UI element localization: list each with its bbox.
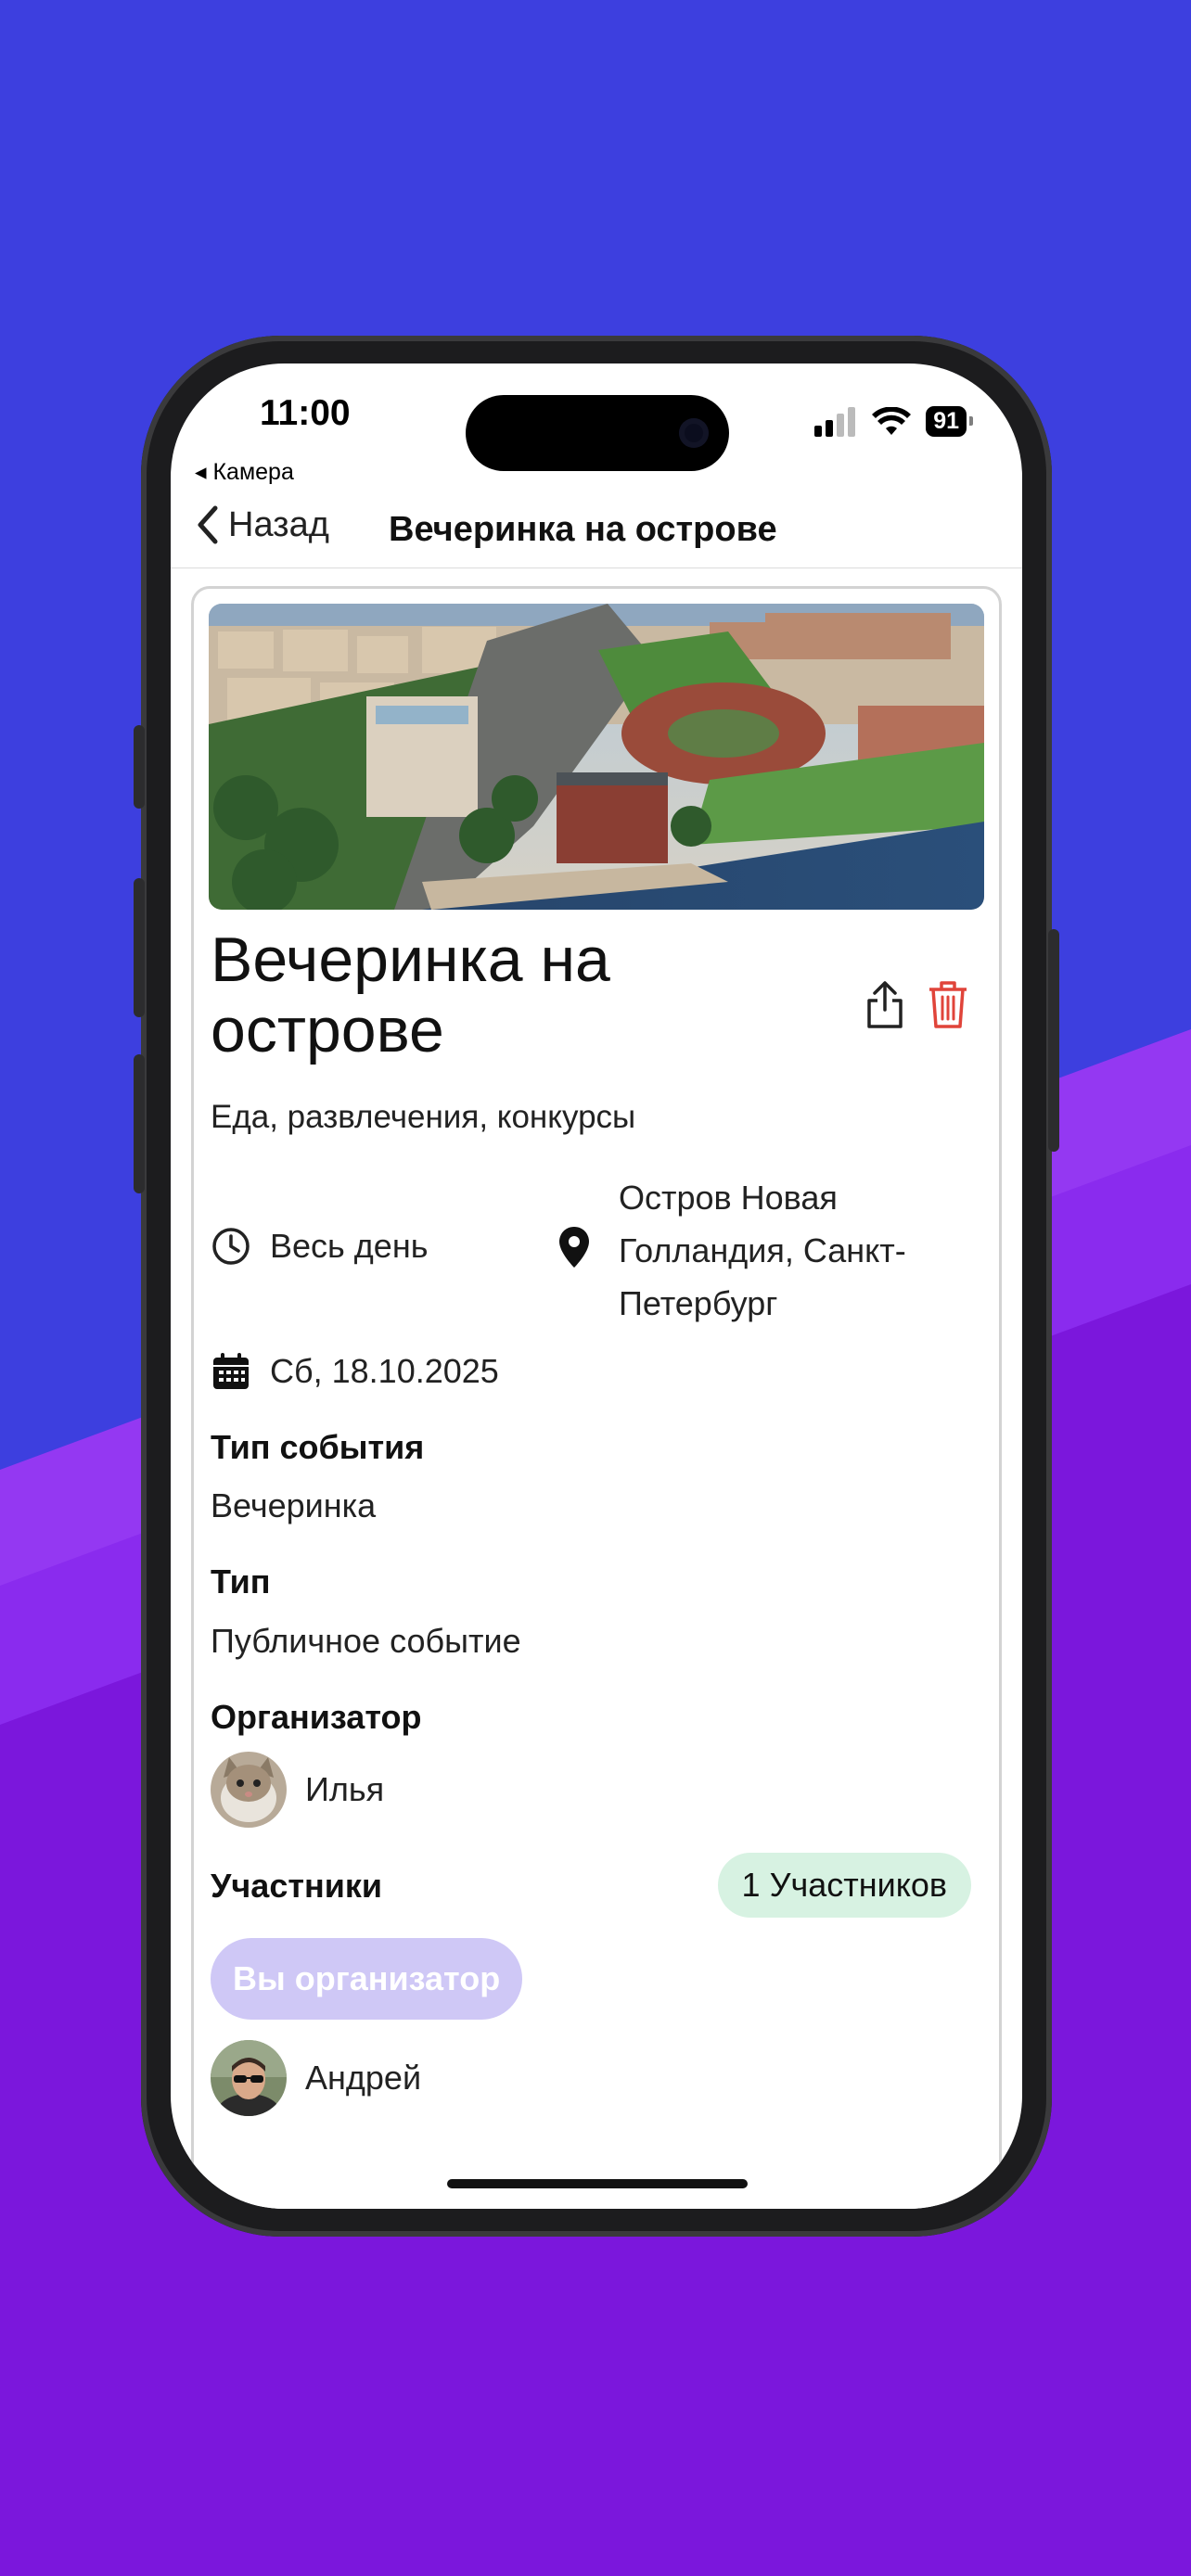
organizer-row[interactable]: Илья — [211, 1752, 384, 1828]
back-button[interactable]: Назад — [195, 504, 329, 545]
status-time: 11:00 — [260, 393, 351, 433]
type-label: Тип — [211, 1562, 271, 1600]
organizer-badge-button[interactable]: Вы организатор — [211, 1938, 523, 2020]
phone-frame: 11:00 ◂ Камера 91 Назад Вечеринка на ост… — [134, 336, 1059, 2237]
participant-row[interactable]: Андрей — [211, 2040, 421, 2116]
event-title: Вечеринка на острове — [211, 925, 610, 1065]
event-type-label: Тип события — [211, 1428, 425, 1466]
status-back-to-app[interactable]: ◂ Камера — [195, 458, 294, 486]
organizer-name: Илья — [305, 1770, 385, 1808]
volume-up-button — [134, 878, 145, 1017]
event-date-text: Сб, 18.10.2025 — [270, 1352, 499, 1390]
dynamic-island — [466, 395, 729, 471]
event-location[interactable]: Остров Новая Голландия, Санкт-Петербург — [619, 1171, 971, 1330]
event-photo — [209, 604, 984, 910]
battery-indicator: 91 — [926, 406, 973, 437]
camera-icon — [679, 418, 709, 448]
signal-icon — [814, 406, 856, 437]
clock-icon — [212, 1228, 250, 1265]
participants-count-badge: 1 Участников — [717, 1853, 971, 1918]
share-icon[interactable] — [862, 978, 908, 1030]
wifi-icon — [872, 406, 912, 435]
calendar-icon — [213, 1353, 249, 1389]
organizer-avatar — [211, 1752, 287, 1828]
participant-avatar — [211, 2040, 287, 2116]
type-value: Публичное событие — [211, 1622, 521, 1660]
event-card: Вечеринка на острове Еда, развлечения, к… — [191, 586, 1002, 2209]
event-time-text: Весь день — [270, 1227, 429, 1265]
event-description: Еда, развлечения, конкурсы — [211, 1099, 636, 1135]
back-label: Назад — [228, 504, 329, 544]
action-button — [134, 725, 145, 809]
volume-down-button — [134, 1054, 145, 1193]
event-type-value: Вечеринка — [211, 1486, 377, 1524]
status-indicators: 91 — [814, 406, 973, 437]
chevron-left-icon — [198, 505, 218, 544]
navigation-bar: Назад Вечеринка на острове — [171, 484, 1022, 568]
participant-name: Андрей — [305, 2059, 422, 2097]
event-time: Весь день — [211, 1226, 428, 1267]
trash-icon[interactable] — [925, 978, 971, 1030]
organizer-label: Организатор — [211, 1698, 422, 1736]
power-button — [1048, 929, 1059, 1152]
event-date: Сб, 18.10.2025 — [211, 1351, 499, 1392]
app-screen: 11:00 ◂ Камера 91 Назад Вечеринка на ост… — [171, 363, 1022, 2209]
home-indicator[interactable] — [447, 2179, 748, 2188]
location-pin-icon — [559, 1227, 589, 1268]
page-title: Вечеринка на острове — [389, 510, 777, 549]
participants-label: Участники — [211, 1867, 382, 1905]
